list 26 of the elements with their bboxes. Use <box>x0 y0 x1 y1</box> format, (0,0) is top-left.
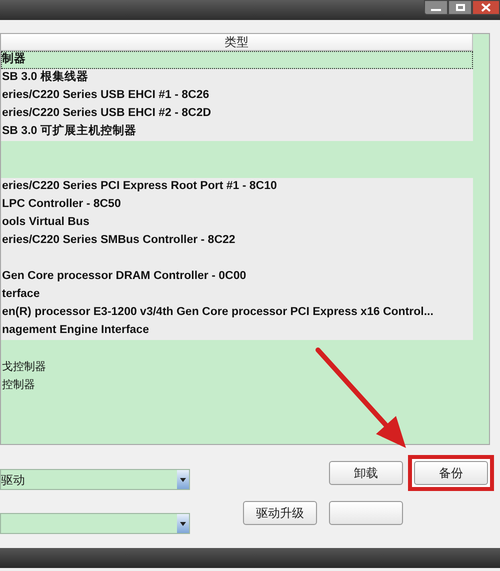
blank-button[interactable] <box>329 501 403 525</box>
device-row[interactable]: 控制器 <box>1 376 473 394</box>
device-row[interactable]: terface <box>1 286 473 304</box>
device-row[interactable]: 戈控制器 <box>1 358 473 376</box>
device-row[interactable]: eries/C220 Series USB EHCI #2 - 8C2D <box>1 105 473 123</box>
dropdown-field[interactable] <box>0 513 190 534</box>
device-row[interactable]: LPC Controller - 8C50 <box>1 196 473 214</box>
maximize-icon[interactable] <box>448 0 472 15</box>
column-header-text: 类型 <box>224 34 248 51</box>
device-row[interactable]: Gen Core processor DRAM Controller - 0C00 <box>1 268 473 286</box>
device-row[interactable]: ools Virtual Bus <box>1 214 473 232</box>
device-row[interactable]: SB 3.0 根集线器 <box>1 69 473 87</box>
dropdown-value: 驱动 <box>1 472 26 488</box>
dialog-button[interactable]: 驱动升级 <box>243 501 317 525</box>
device-row[interactable]: eries/C220 Series PCI Express Root Port #1 - 8C10 <box>1 178 473 196</box>
dropdown-field[interactable]: 驱动 <box>0 469 190 490</box>
device-row[interactable]: en(R) processor E3-1200 v3/4th Gen Core processor PCI Express x16 Control... <box>1 304 473 322</box>
dialog-button[interactable]: 备份 <box>414 461 488 485</box>
device-row[interactable]: nagement Engine Interface <box>1 322 473 340</box>
device-row[interactable]: 制器 <box>1 51 473 69</box>
close-icon[interactable] <box>472 0 500 15</box>
device-row[interactable]: SB 3.0 可扩展主机控制器 <box>1 123 473 141</box>
dialog-button[interactable]: 卸载 <box>329 461 403 485</box>
device-row[interactable]: eries/C220 Series SMBus Controller - 8C22 <box>1 232 473 250</box>
device-row[interactable]: eries/C220 Series USB EHCI #1 - 8C26 <box>1 87 473 105</box>
minimize-icon[interactable] <box>424 0 448 15</box>
